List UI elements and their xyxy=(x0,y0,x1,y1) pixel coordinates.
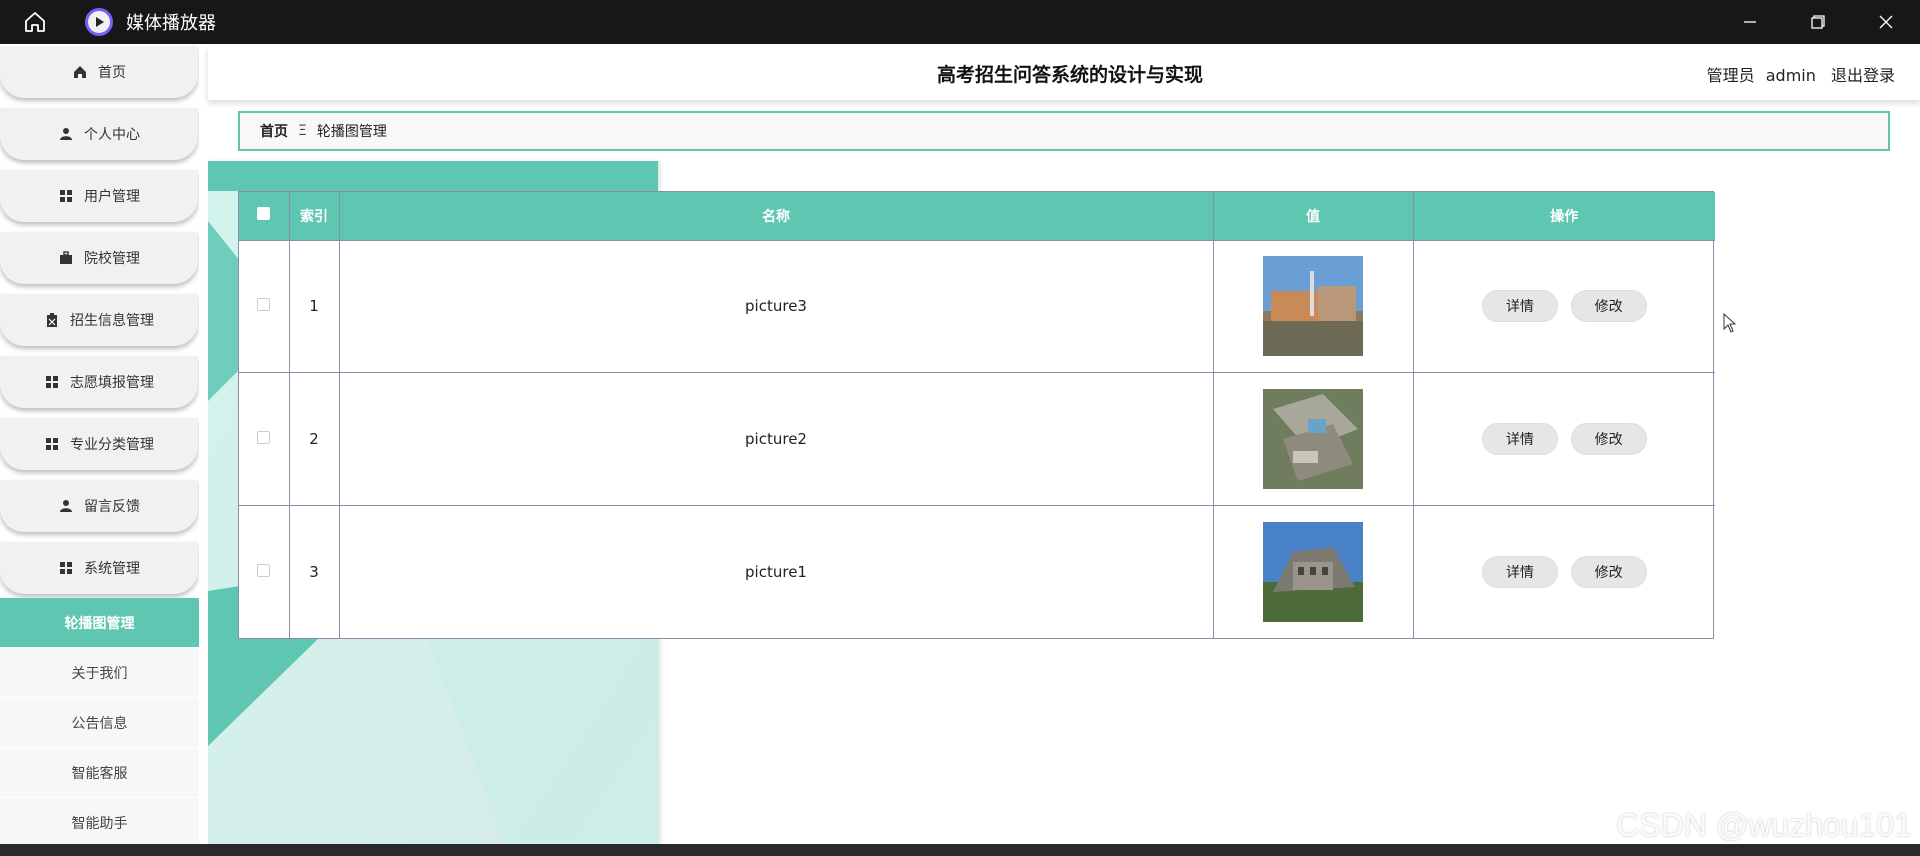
breadcrumb-separator: Ξ xyxy=(298,123,307,139)
row-checkbox[interactable] xyxy=(239,372,290,506)
watermark: CSDN @wuzhou101 xyxy=(1616,807,1912,843)
sidebar-item-label: 个人中心 xyxy=(84,127,140,143)
breadcrumb: 首页 Ξ 轮播图管理 xyxy=(238,111,1890,151)
sidebar-item-home[interactable]: 首页 xyxy=(0,46,198,98)
sidebar-item-label: 首页 xyxy=(98,65,126,81)
select-all-checkbox[interactable] xyxy=(239,192,290,240)
sidebar-item-profile[interactable]: 个人中心 xyxy=(0,108,198,160)
grid-icon xyxy=(44,436,60,452)
column-header-index: 索引 xyxy=(289,192,340,240)
campus-aerial-thumbnail[interactable] xyxy=(1263,388,1363,489)
username: admin xyxy=(1765,66,1816,85)
sidebar-subitem-customer-service[interactable]: 智能客服 xyxy=(0,748,199,798)
sidebar-item-label: 用户管理 xyxy=(84,189,140,205)
sidebar-subitem-notice[interactable]: 公告信息 xyxy=(0,698,199,748)
briefcase-icon xyxy=(58,250,74,266)
page-header: 高考招生问答系统的设计与实现 管理员 admin 退出登录 xyxy=(208,46,1920,100)
row-name: picture2 xyxy=(339,372,1214,506)
table-row: 3 picture1 详情 修改 xyxy=(239,504,1715,638)
sidebar-item-label: 院校管理 xyxy=(84,251,140,267)
sidebar-item-schools[interactable]: 院校管理 xyxy=(0,232,198,284)
sidebar-subitem-assistant[interactable]: 智能助手 xyxy=(0,798,199,844)
row-checkbox[interactable] xyxy=(239,239,290,373)
grid-icon xyxy=(44,374,60,390)
detail-button[interactable]: 详情 xyxy=(1481,555,1558,588)
sidebar-item-label: 专业分类管理 xyxy=(70,437,154,453)
user-info: 管理员 admin 退出登录 xyxy=(1697,62,1895,86)
system-title: 高考招生问答系统的设计与实现 xyxy=(936,64,1203,86)
sidebar: 首页 个人中心 用户管理 院校管理 招生信息管理 志愿填报管理 专业分类管理 留… xyxy=(0,46,199,844)
campus-building-thumbnail[interactable] xyxy=(1263,521,1363,622)
restore-icon[interactable] xyxy=(1784,0,1852,44)
table-header-row: 索引 名称 值 操作 xyxy=(239,192,1715,240)
detail-button[interactable]: 详情 xyxy=(1481,290,1558,323)
bottom-bar xyxy=(0,844,1920,856)
close-icon[interactable] xyxy=(1852,0,1920,44)
window-titlebar: 媒体播放器 xyxy=(0,0,1920,44)
home-icon xyxy=(72,64,88,80)
grid-icon xyxy=(58,560,74,576)
sidebar-item-label: 留言反馈 xyxy=(84,499,140,515)
minimize-icon[interactable] xyxy=(1716,0,1784,44)
user-role: 管理员 xyxy=(1706,66,1755,85)
edit-button[interactable]: 修改 xyxy=(1570,422,1647,455)
sidebar-item-major-category[interactable]: 专业分类管理 xyxy=(0,418,198,470)
column-header-actions: 操作 xyxy=(1413,192,1715,240)
sidebar-item-admission-info[interactable]: 招生信息管理 xyxy=(0,294,198,346)
logout-link[interactable]: 退出登录 xyxy=(1831,66,1895,85)
user-icon xyxy=(58,126,74,142)
row-name: picture1 xyxy=(339,504,1214,638)
column-header-value: 值 xyxy=(1213,192,1414,240)
breadcrumb-home[interactable]: 首页 xyxy=(260,121,288,141)
row-name: picture3 xyxy=(339,239,1214,373)
table-row: 2 picture2 详情 修改 xyxy=(239,372,1715,506)
campus-photo-thumbnail[interactable] xyxy=(1263,256,1363,357)
edit-button[interactable]: 修改 xyxy=(1570,555,1647,588)
sidebar-item-label: 志愿填报管理 xyxy=(70,375,154,391)
table-row: 1 picture3 详情 修改 xyxy=(239,239,1715,373)
sidebar-item-label: 招生信息管理 xyxy=(70,313,154,329)
sidebar-item-application[interactable]: 志愿填报管理 xyxy=(0,356,198,408)
sidebar-subitem-about[interactable]: 关于我们 xyxy=(0,648,199,698)
window-title: 媒体播放器 xyxy=(126,13,216,34)
column-header-name: 名称 xyxy=(339,192,1214,240)
row-index: 3 xyxy=(289,504,340,638)
sidebar-item-label: 系统管理 xyxy=(84,561,140,577)
breadcrumb-current: 轮播图管理 xyxy=(316,124,387,140)
sidebar-item-users[interactable]: 用户管理 xyxy=(0,170,198,222)
detail-button[interactable]: 详情 xyxy=(1481,422,1558,455)
user-icon xyxy=(58,498,74,514)
sidebar-item-system[interactable]: 系统管理 xyxy=(0,542,198,594)
row-index: 1 xyxy=(289,239,340,373)
sidebar-item-feedback[interactable]: 留言反馈 xyxy=(0,480,198,532)
media-player-logo-icon xyxy=(85,8,113,36)
row-checkbox[interactable] xyxy=(239,504,290,638)
sidebar-subitem-carousel[interactable]: 轮播图管理 xyxy=(0,598,199,648)
grid-icon xyxy=(58,188,74,204)
home-icon[interactable] xyxy=(17,4,53,40)
row-index: 2 xyxy=(289,372,340,506)
edit-button[interactable]: 修改 xyxy=(1570,290,1647,323)
mouse-cursor-icon xyxy=(1723,312,1737,337)
clipboard-icon xyxy=(44,312,60,328)
carousel-table: 索引 名称 值 操作 1 picture3 详情 修改 2 picture2 详… xyxy=(238,191,1715,639)
